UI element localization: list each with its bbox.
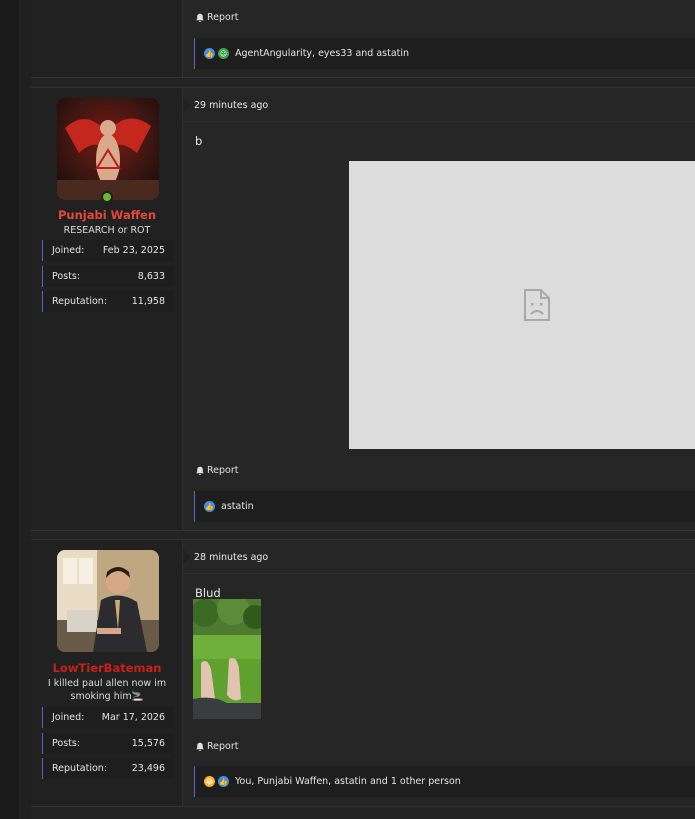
- stat-value: 23,496: [131, 763, 165, 774]
- post-punjabi-waffen: Punjabi Waffen RESEARCH or ROT Joined: F…: [31, 87, 695, 531]
- user-title: RESEARCH or ROT: [63, 225, 151, 236]
- report-label: Report: [207, 741, 239, 752]
- laugh-reaction-icon: 😂: [204, 776, 215, 787]
- online-status-dot: [101, 191, 113, 203]
- reactors-list[interactable]: astatin: [221, 501, 254, 512]
- attached-photo[interactable]: [193, 599, 261, 719]
- bell-icon: [196, 13, 204, 22]
- stat-value: 11,958: [131, 296, 165, 307]
- post-content: 29 minutes ago b Report 👍 astatin: [183, 88, 695, 530]
- reactions-bar[interactable]: 👍 astatin: [194, 491, 695, 522]
- stat-label: Posts:: [52, 738, 81, 749]
- report-link[interactable]: Report: [195, 741, 239, 752]
- reactions-bar[interactable]: 👍 ☺ AgentAngularity, eyes33 and astatin: [194, 38, 695, 69]
- stat-joined: Joined: Mar 17, 2026: [42, 707, 173, 728]
- username[interactable]: Punjabi Waffen: [31, 208, 183, 222]
- stat-label: Reputation:: [52, 296, 108, 307]
- post-lowtierbateman: LowTierBateman I killed paul allen now i…: [31, 539, 695, 807]
- post-previous: Report 👍 ☺ AgentAngularity, eyes33 and a…: [31, 0, 695, 78]
- stat-value: Mar 17, 2026: [101, 712, 165, 723]
- post-timestamp[interactable]: 28 minutes ago: [194, 552, 268, 563]
- stat-label: Reputation:: [52, 763, 108, 774]
- report-label: Report: [207, 465, 239, 476]
- stat-value: Feb 23, 2025: [102, 245, 165, 256]
- green-reaction-icon: ☺: [218, 48, 229, 59]
- stat-label: Joined:: [52, 712, 85, 723]
- stat-posts: Posts: 15,576: [42, 733, 173, 754]
- page-gutter: [19, 0, 31, 819]
- report-link[interactable]: Report: [195, 465, 239, 476]
- stat-posts: Posts: 8,633: [42, 266, 173, 287]
- post-content: Report 👍 ☺ AgentAngularity, eyes33 and a…: [183, 0, 695, 77]
- stat-reputation: Reputation: 23,496: [42, 758, 173, 779]
- reactions-bar[interactable]: 😂 👍 You, Punjabi Waffen, astatin and 1 o…: [194, 766, 695, 797]
- like-reaction-icon: 👍: [218, 776, 229, 787]
- stat-joined: Joined: Feb 23, 2025: [42, 240, 173, 261]
- avatar[interactable]: [57, 98, 159, 200]
- user-title: I killed paul allen now im smoking him🚬: [47, 678, 167, 702]
- post-header: 29 minutes ago: [183, 88, 695, 122]
- left-sidebar-strip: [0, 0, 19, 819]
- embedded-image-broken[interactable]: [349, 161, 695, 449]
- reactors-list[interactable]: AgentAngularity, eyes33 and astatin: [235, 48, 409, 59]
- post-content: 28 minutes ago Blud Report 😂 👍 You, Punj…: [183, 540, 695, 806]
- report-label: Report: [207, 12, 239, 23]
- broken-image-icon: [524, 289, 550, 321]
- avatar[interactable]: [57, 550, 159, 652]
- user-column: LowTierBateman I killed paul allen now i…: [31, 540, 183, 806]
- like-reaction-icon: 👍: [204, 501, 215, 512]
- bell-icon: [196, 466, 204, 475]
- post-timestamp[interactable]: 29 minutes ago: [194, 100, 268, 111]
- reactors-list[interactable]: You, Punjabi Waffen, astatin and 1 other…: [235, 776, 461, 787]
- stat-value[interactable]: 8,633: [138, 271, 165, 282]
- like-reaction-icon: 👍: [204, 48, 215, 59]
- post-body-text: b: [195, 134, 203, 148]
- post-body-text: Blud: [195, 586, 221, 600]
- stat-value[interactable]: 15,576: [132, 738, 165, 749]
- stat-reputation: Reputation: 11,958: [42, 291, 173, 312]
- stat-label: Posts:: [52, 271, 81, 282]
- post-header: 28 minutes ago: [183, 540, 695, 574]
- report-link[interactable]: Report: [195, 12, 239, 23]
- bell-icon: [196, 742, 204, 751]
- user-column: [31, 0, 183, 77]
- user-column: Punjabi Waffen RESEARCH or ROT Joined: F…: [31, 88, 183, 530]
- username[interactable]: LowTierBateman: [31, 661, 183, 675]
- stat-label: Joined:: [52, 245, 85, 256]
